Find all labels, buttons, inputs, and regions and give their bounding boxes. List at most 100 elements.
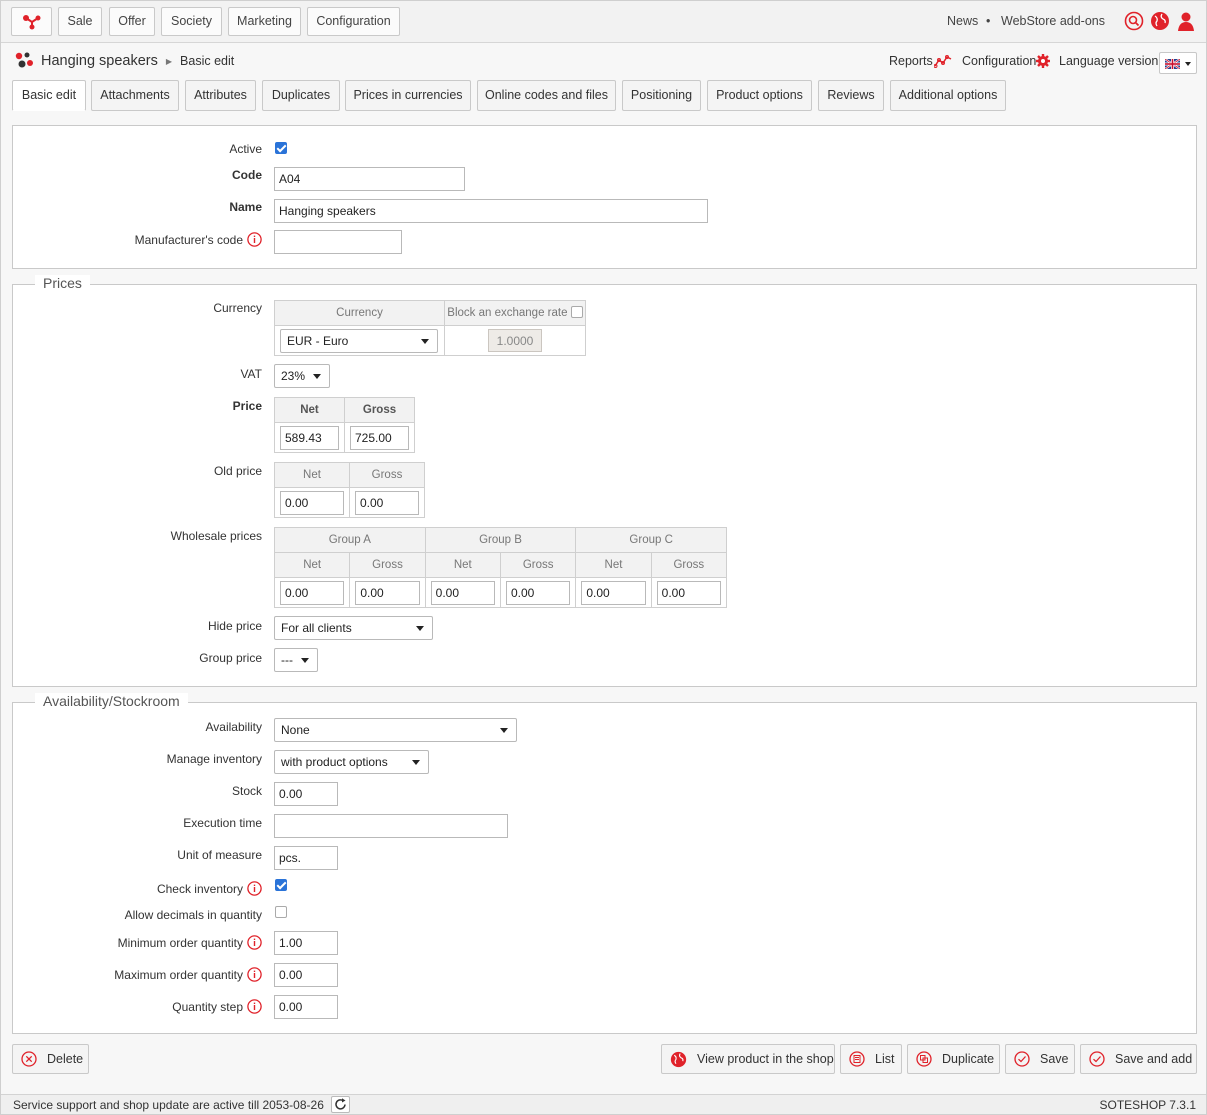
info-icon[interactable] bbox=[247, 999, 262, 1014]
allow-decimals-checkbox[interactable] bbox=[275, 906, 287, 918]
nav-offer[interactable]: Offer bbox=[109, 7, 155, 36]
globe-icon[interactable] bbox=[1150, 11, 1170, 31]
view-in-shop-label: View product in the shop bbox=[697, 1052, 834, 1066]
check-icon bbox=[1089, 1051, 1105, 1067]
min-order-input[interactable]: 1.00 bbox=[274, 931, 338, 955]
name-label: Name bbox=[229, 200, 262, 214]
top-bar: Sale Offer Society Marketing Configurati… bbox=[1, 1, 1206, 43]
old-gross-input[interactable]: 0.00 bbox=[355, 490, 419, 515]
search-icon[interactable] bbox=[1124, 11, 1144, 31]
group-a-gross-header: Gross bbox=[349, 552, 426, 578]
info-icon[interactable] bbox=[247, 881, 262, 896]
price-gross-input[interactable]: 725.00 bbox=[350, 425, 409, 450]
stock-input[interactable]: 0.00 bbox=[274, 782, 338, 806]
availability-select[interactable]: None bbox=[274, 718, 517, 742]
home-logo-button[interactable] bbox=[11, 7, 52, 36]
group-a-net-input[interactable]: 0.00 bbox=[280, 580, 345, 605]
manage-inventory-select[interactable]: with product options bbox=[274, 750, 429, 774]
duplicate-button[interactable]: Duplicate bbox=[907, 1044, 1000, 1074]
name-input[interactable]: Hanging speakers bbox=[274, 199, 708, 223]
unit-input[interactable]: pcs. bbox=[274, 846, 338, 870]
nav-sale[interactable]: Sale bbox=[58, 7, 102, 36]
user-icon[interactable] bbox=[1176, 11, 1196, 31]
min-order-label: Minimum order quantity bbox=[118, 935, 262, 950]
tab-attributes[interactable]: Attributes bbox=[185, 80, 256, 111]
delete-button[interactable]: Delete bbox=[12, 1044, 89, 1074]
wholesale-label: Wholesale prices bbox=[171, 529, 262, 543]
check-inventory-checkbox[interactable] bbox=[275, 879, 287, 891]
logo-icon bbox=[22, 15, 40, 30]
tab-duplicates[interactable]: Duplicates bbox=[262, 80, 340, 111]
old-net-input[interactable]: 0.00 bbox=[280, 490, 344, 515]
vat-select-value: 23% bbox=[281, 369, 306, 383]
tab-prices-in-currencies[interactable]: Prices in currencies bbox=[345, 80, 471, 111]
save-button[interactable]: Save bbox=[1005, 1044, 1075, 1074]
wholesale-table: Group A Group B Group C Net Gross Net Gros… bbox=[273, 527, 728, 608]
code-label-text: Code bbox=[232, 168, 262, 182]
nav-society[interactable]: Society bbox=[161, 7, 222, 36]
info-icon[interactable] bbox=[247, 232, 262, 247]
quantity-step-label-text: Quantity step bbox=[172, 999, 243, 1014]
group-b-header: Group B bbox=[424, 527, 577, 553]
product-icon bbox=[15, 52, 33, 68]
vat-select[interactable]: 23% bbox=[274, 364, 330, 388]
stock-label-text: Stock bbox=[231, 784, 262, 798]
active-checkbox[interactable] bbox=[275, 142, 287, 154]
reports-chart-icon[interactable] bbox=[934, 54, 952, 68]
max-order-label: Maximum order quantity bbox=[114, 967, 262, 982]
price-net-input[interactable]: 589.43 bbox=[280, 425, 339, 450]
manufacturer-code-input[interactable] bbox=[274, 230, 402, 254]
group-price-select[interactable]: --- bbox=[274, 648, 318, 672]
tab-online-codes[interactable]: Online codes and files bbox=[477, 80, 616, 111]
tab-positioning[interactable]: Positioning bbox=[622, 80, 701, 111]
exchange-rate-input: 1.0000 bbox=[488, 329, 542, 352]
currency-label-text: Currency bbox=[213, 301, 262, 315]
price-net-header: Net bbox=[274, 397, 345, 423]
max-order-input[interactable]: 0.00 bbox=[274, 963, 338, 987]
group-b-net-input[interactable]: 0.00 bbox=[430, 580, 495, 605]
tab-product-options[interactable]: Product options bbox=[707, 80, 812, 111]
group-price-value: --- bbox=[281, 653, 293, 667]
gear-icon[interactable] bbox=[1036, 54, 1050, 68]
info-icon[interactable] bbox=[247, 967, 262, 982]
group-a-gross-input[interactable]: 0.00 bbox=[355, 580, 420, 605]
language-select[interactable] bbox=[1159, 52, 1197, 74]
tab-additional-options[interactable]: Additional options bbox=[890, 80, 1006, 111]
view-in-shop-button[interactable]: View product in the shop bbox=[661, 1044, 835, 1074]
execution-time-label-text: Execution time bbox=[183, 816, 262, 830]
list-button[interactable]: List bbox=[840, 1044, 902, 1074]
info-icon[interactable] bbox=[247, 935, 262, 950]
hide-price-select[interactable]: For all clients bbox=[274, 616, 433, 640]
save-and-add-button[interactable]: Save and add bbox=[1080, 1044, 1197, 1074]
block-rate-checkbox[interactable] bbox=[570, 305, 583, 318]
reports-link[interactable]: Reports bbox=[889, 54, 933, 68]
nav-configuration[interactable]: Configuration bbox=[307, 7, 400, 36]
tab-reviews[interactable]: Reviews bbox=[818, 80, 884, 111]
group-b-gross-input[interactable]: 0.00 bbox=[505, 580, 571, 605]
tab-attachments[interactable]: Attachments bbox=[91, 80, 179, 111]
currency-select[interactable]: EUR - Euro bbox=[280, 328, 438, 353]
stock-label: Stock bbox=[232, 784, 262, 798]
active-label-text: Active bbox=[229, 142, 262, 156]
tab-basic-edit[interactable]: Basic edit bbox=[12, 80, 86, 111]
quantity-step-input[interactable]: 0.00 bbox=[274, 995, 338, 1019]
configuration-link[interactable]: Configuration bbox=[962, 54, 1036, 68]
list-icon bbox=[849, 1051, 865, 1067]
group-a-net-header: Net bbox=[273, 552, 351, 578]
group-c-gross-header: Gross bbox=[650, 552, 728, 578]
webstore-addons-link[interactable]: WebStore add-ons bbox=[1001, 14, 1105, 28]
availability-label-text: Availability bbox=[205, 720, 262, 734]
manage-inventory-value: with product options bbox=[281, 755, 388, 769]
code-input[interactable]: A04 bbox=[274, 167, 465, 191]
status-bar: Service support and shop update are acti… bbox=[1, 1094, 1206, 1114]
availability-value: None bbox=[281, 723, 310, 737]
group-c-net-input[interactable]: 0.00 bbox=[581, 580, 646, 605]
news-link[interactable]: News bbox=[947, 14, 978, 28]
breadcrumb: Hanging speakers ▶ Basic edit bbox=[13, 51, 234, 71]
refresh-icon bbox=[335, 1098, 346, 1110]
refresh-button[interactable] bbox=[331, 1096, 350, 1113]
group-c-gross-input[interactable]: 0.00 bbox=[656, 580, 721, 605]
nav-separator: • bbox=[986, 14, 991, 28]
execution-time-input[interactable] bbox=[274, 814, 508, 838]
nav-marketing[interactable]: Marketing bbox=[228, 7, 301, 36]
